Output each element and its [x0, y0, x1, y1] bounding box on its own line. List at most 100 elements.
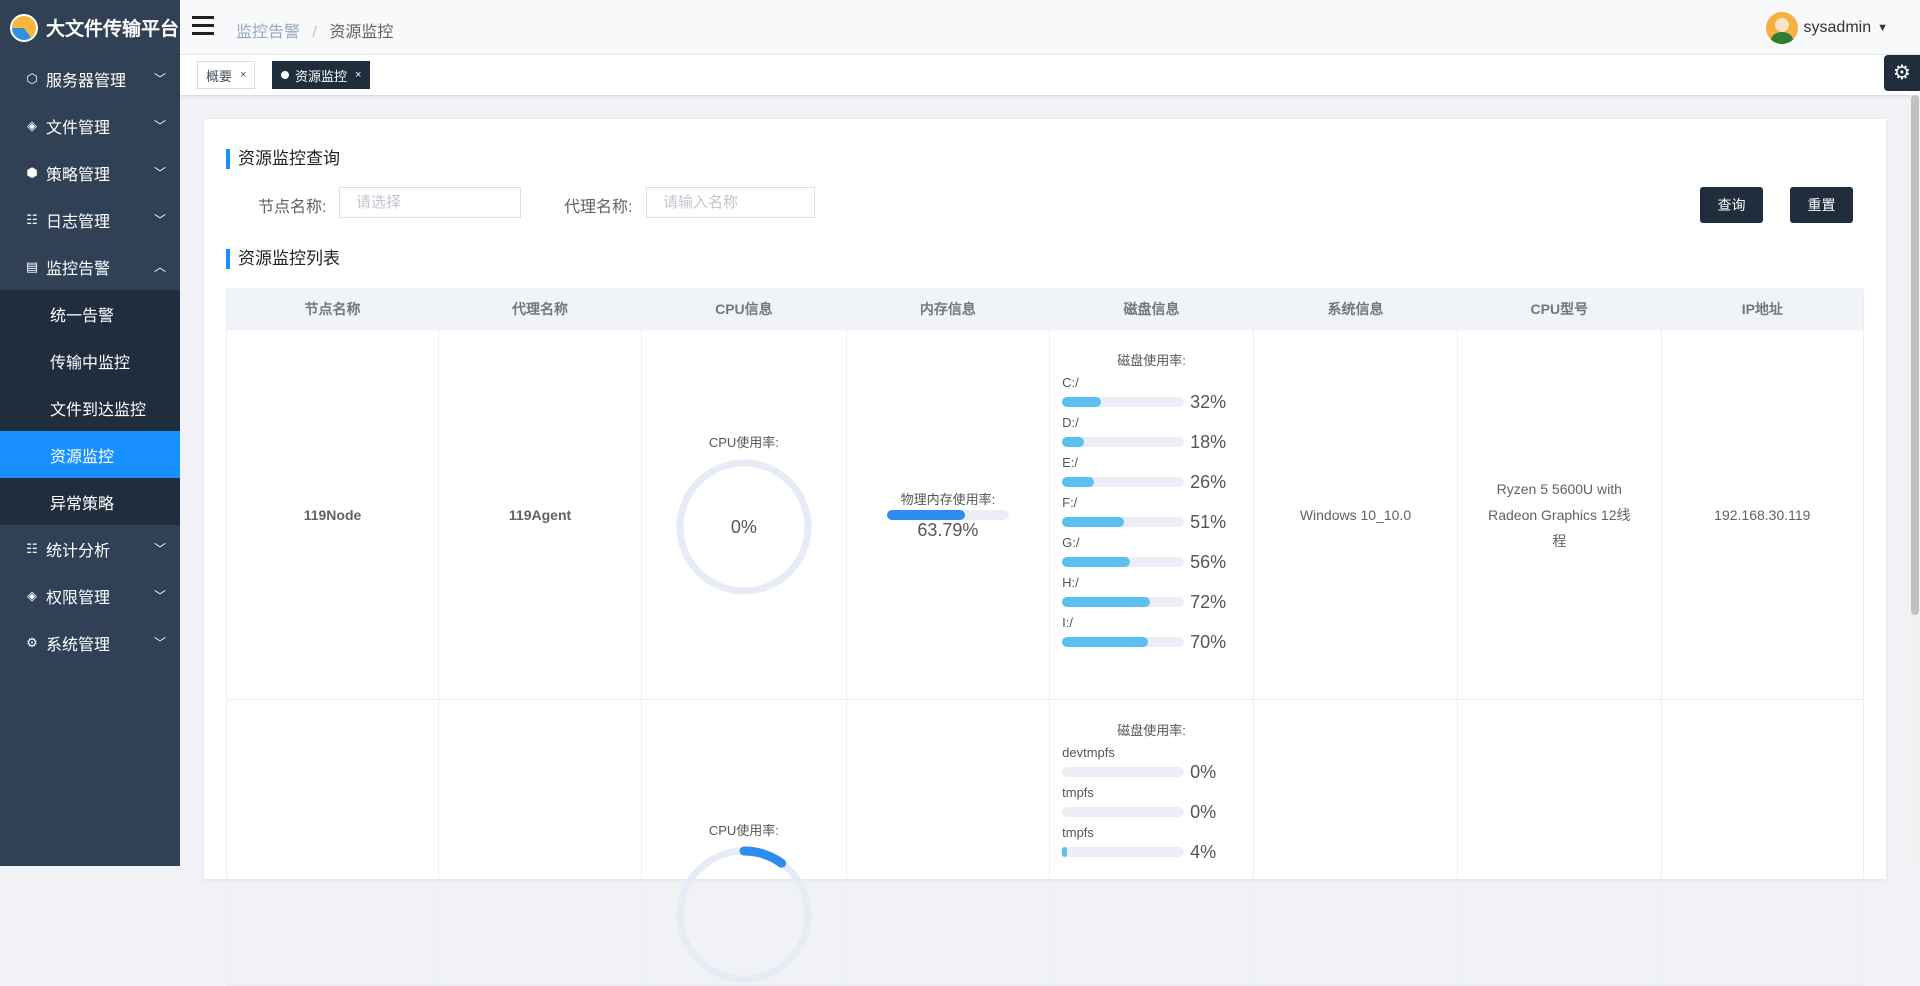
cpu-cell: CPU使用率:	[641, 699, 847, 986]
disk-item: devtmpfs 0%	[1050, 745, 1253, 783]
close-icon[interactable]: ×	[355, 69, 361, 81]
disk-item: H:/ 72%	[1050, 575, 1253, 613]
sidebar-item-label: 日志管理	[46, 213, 111, 231]
header: 监控告警 / 资源监控 sysadmin ▼	[180, 0, 1920, 55]
sidebar-item-5[interactable]: ☷ 统计分析 ﹀	[0, 525, 180, 572]
tag-resource-monitor[interactable]: 资源监控 ×	[272, 61, 371, 89]
disk-usage-fill	[1062, 557, 1131, 567]
hamburger-icon[interactable]	[192, 16, 214, 36]
disk-bar-line: 4%	[1062, 841, 1253, 863]
scrollbar[interactable]	[1910, 95, 1920, 866]
breadcrumb: 监控告警 / 资源监控	[236, 24, 394, 41]
disk-bar-line: 70%	[1062, 631, 1253, 653]
disk-bar-line: 18%	[1062, 431, 1253, 453]
disk-item: E:/ 26%	[1050, 455, 1253, 493]
sidebar-item-3[interactable]: ☷ 日志管理 ﹀	[0, 196, 180, 243]
monitor-icon: ▤	[25, 258, 39, 274]
disk-item: D:/ 18%	[1050, 415, 1253, 453]
tag-overview[interactable]: 概要 ×	[197, 61, 256, 89]
sidebar-item-0[interactable]: ⬡ 服务器管理 ﹀	[0, 55, 180, 102]
submenu-item-3[interactable]: 资源监控	[0, 431, 180, 478]
sidebar-item-label: 服务器管理	[46, 72, 127, 90]
chevron-down-icon[interactable]: ﹀	[154, 540, 166, 557]
chevron-down-icon[interactable]: ﹀	[154, 164, 166, 181]
agent-name-input[interactable]: 请输入名称	[646, 187, 815, 218]
sidebar-menu: ⬡ 服务器管理 ﹀ ◈ 文件管理 ﹀ ⬢ 策略管理 ﹀ ☷ 日志管理 ﹀ ▤ 监控告警 ︿ 统一告警 传输中监控…	[0, 55, 180, 666]
resource-table: 节点名称 代理名称 CPU信息 内存信息 磁盘信息 系统信息 CPU型号 IP地址 119No…	[226, 288, 1865, 986]
cpu-usage-label: CPU使用率:	[708, 435, 779, 450]
disk-usage-fill	[1062, 517, 1125, 527]
chevron-up-icon[interactable]: ︿	[154, 258, 166, 275]
layers-icon: ◈	[27, 587, 37, 603]
disk-bar-line: 0%	[1062, 761, 1253, 783]
chevron-down-icon[interactable]: ﹀	[154, 634, 166, 651]
reset-button[interactable]: 重置	[1790, 187, 1853, 223]
disk-bar-line: 32%	[1062, 391, 1253, 413]
sidebar-item-6[interactable]: ◈ 权限管理 ﹀	[0, 572, 180, 619]
avatar[interactable]	[1765, 12, 1798, 44]
disk-usage-fill	[1062, 437, 1085, 447]
disk-usage-bar	[1062, 597, 1185, 607]
node-name-cell	[226, 699, 439, 986]
list-icon: ☷	[26, 540, 38, 556]
breadcrumb-current: 资源监控	[329, 24, 394, 41]
disk-name: F:/	[1062, 495, 1078, 510]
settings-gear-icon[interactable]: ⚙	[1884, 55, 1920, 91]
tag-label: 资源监控	[295, 68, 348, 84]
user-menu[interactable]: sysadmin ▼	[1765, 12, 1888, 44]
disk-name: E:/	[1062, 455, 1079, 470]
column-header: CPU型号	[1456, 288, 1662, 330]
app-title: 大文件传输平台	[46, 19, 180, 40]
disk-name: D:/	[1062, 415, 1079, 430]
layers-icon: ◈	[27, 117, 37, 133]
username[interactable]: sysadmin	[1804, 19, 1872, 37]
disk-bar-line: 72%	[1062, 591, 1253, 613]
submenu-item-4[interactable]: 异常策略	[0, 478, 180, 525]
cpu-model-text: Ryzen 5 5600U with Radeon Graphics 12线程	[1488, 480, 1631, 549]
disk-usage-bar	[1062, 637, 1185, 647]
disk-name: devtmpfs	[1062, 745, 1115, 760]
submenu-item-0[interactable]: 统一告警	[0, 290, 180, 337]
memory-usage-bar	[886, 509, 1009, 520]
sidebar-item-2[interactable]: ⬢ 策略管理 ﹀	[0, 149, 180, 196]
sidebar-item-label: 监控告警	[46, 260, 111, 278]
sidebar-item-1[interactable]: ◈ 文件管理 ﹀	[0, 102, 180, 149]
close-icon[interactable]: ×	[240, 69, 246, 81]
node-name-label: 节点名称:	[258, 199, 327, 216]
disk-usage-bar	[1062, 397, 1185, 407]
query-section-title: 资源监控查询	[226, 149, 340, 169]
column-header: 磁盘信息	[1049, 288, 1254, 330]
submenu-item-2[interactable]: 文件到达监控	[0, 384, 180, 431]
chevron-down-icon[interactable]: ﹀	[154, 70, 166, 87]
breadcrumb-item[interactable]: 监控告警	[236, 24, 300, 41]
disk-usage-bar	[1062, 807, 1185, 817]
chevron-down-icon[interactable]: ﹀	[154, 117, 166, 134]
disk-name: C:/	[1062, 375, 1079, 390]
sidebar-item-label: 统计分析	[46, 542, 111, 560]
disk-bar-line: 51%	[1062, 511, 1253, 533]
search-button[interactable]: 查询	[1700, 187, 1763, 223]
submenu-item-1[interactable]: 传输中监控	[0, 337, 180, 384]
chevron-down-icon[interactable]: ﹀	[154, 587, 166, 604]
disk-usage-label: 磁盘使用率:	[1117, 353, 1186, 368]
sidebar-item-7[interactable]: ⚙ 系统管理 ﹀	[0, 619, 180, 666]
tag-label: 概要	[206, 68, 233, 84]
caret-down-icon[interactable]: ▼	[1877, 22, 1888, 34]
node-name-select[interactable]: 请选择	[339, 187, 521, 218]
cpu-cell: CPU使用率: 0%	[641, 329, 847, 700]
memory-cell: 物理内存使用率: 63.79%	[845, 329, 1051, 700]
disk-usage-fill	[1062, 847, 1067, 857]
ip-address-cell: 192.168.30.119	[1660, 329, 1865, 700]
memory-usage-label: 物理内存使用率:	[900, 491, 996, 507]
scrollbar-thumb[interactable]	[1911, 95, 1919, 615]
ip-address-cell	[1660, 699, 1865, 986]
chevron-down-icon[interactable]: ﹀	[154, 211, 166, 228]
sidebar-item-4[interactable]: ▤ 监控告警 ︿	[0, 243, 180, 290]
column-header: 系统信息	[1252, 288, 1458, 330]
cube-icon: ⬡	[26, 70, 38, 86]
disk-item: I:/ 70%	[1050, 615, 1253, 653]
disk-usage-fill	[1062, 477, 1094, 487]
disk-name: I:/	[1062, 615, 1073, 630]
disk-name: G:/	[1062, 535, 1080, 550]
column-header: 代理名称	[437, 288, 643, 330]
